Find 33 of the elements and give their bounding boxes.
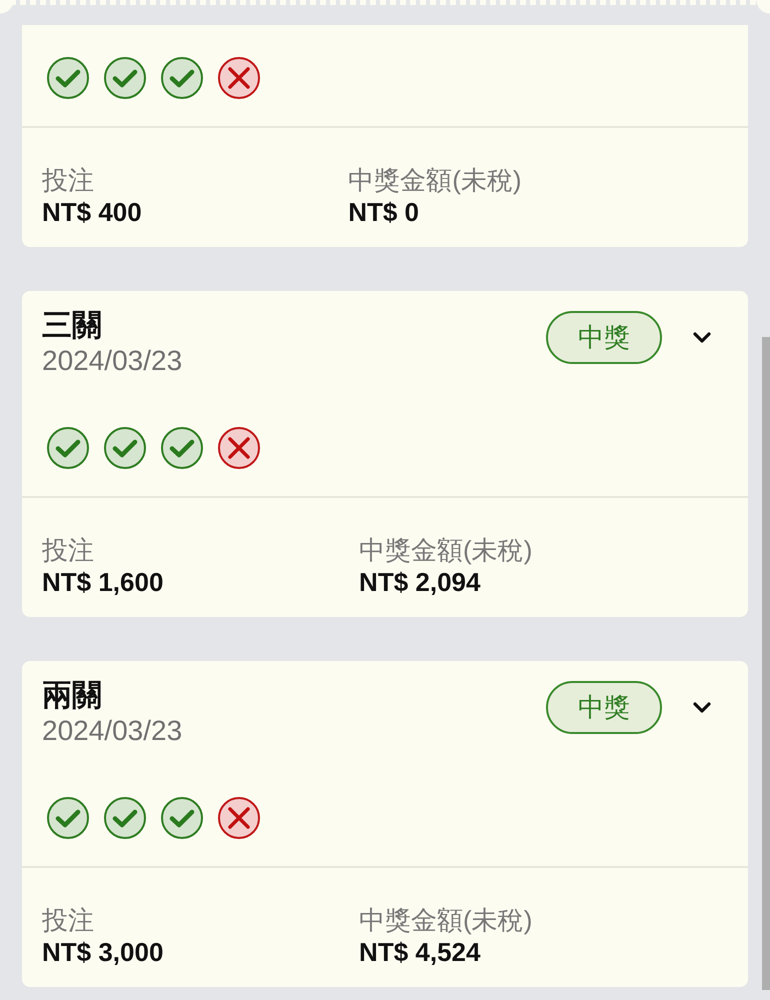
cross-circle-icon — [218, 57, 260, 99]
payout-label: 中獎金額(未稅) — [348, 164, 523, 196]
bet-date: 2024/03/23 — [42, 714, 182, 748]
payout-amount: NT$ 0 — [348, 196, 420, 228]
check-circle-icon — [104, 427, 146, 469]
check-circle-icon — [104, 797, 146, 839]
check-circle-icon — [161, 57, 203, 99]
cross-circle-icon — [218, 797, 260, 839]
check-circle-icon — [47, 797, 89, 839]
payout-amount: NT$ 2,094 — [359, 566, 482, 598]
chevron-down-icon — [693, 332, 711, 344]
stake-amount: NT$ 400 — [42, 196, 143, 228]
stake-label: 投注 — [42, 534, 95, 566]
stake-amount: NT$ 3,000 — [42, 936, 164, 968]
bet-title: 兩關 — [42, 678, 103, 714]
payout-amount: NT$ 4,524 — [359, 936, 482, 968]
payout-label: 中獎金額(未稅) — [359, 534, 534, 566]
check-circle-icon — [161, 427, 203, 469]
stake-amount: NT$ 1,600 — [42, 566, 164, 598]
cross-circle-icon — [218, 427, 260, 469]
check-circle-icon — [104, 57, 146, 99]
stake-label: 投注 — [42, 904, 95, 936]
stake-label: 投注 — [42, 164, 95, 196]
chevron-down-icon — [693, 702, 711, 714]
check-circle-icon — [47, 57, 89, 99]
check-circle-icon — [161, 797, 203, 839]
payout-label: 中獎金額(未稅) — [359, 904, 534, 936]
bet-date: 2024/03/23 — [42, 344, 182, 378]
status-badge: 中獎 — [546, 311, 662, 364]
status-badge: 中獎 — [546, 681, 662, 734]
bet-title: 三關 — [42, 308, 103, 344]
scrollbar-thumb[interactable] — [762, 337, 770, 990]
check-circle-icon — [47, 427, 89, 469]
